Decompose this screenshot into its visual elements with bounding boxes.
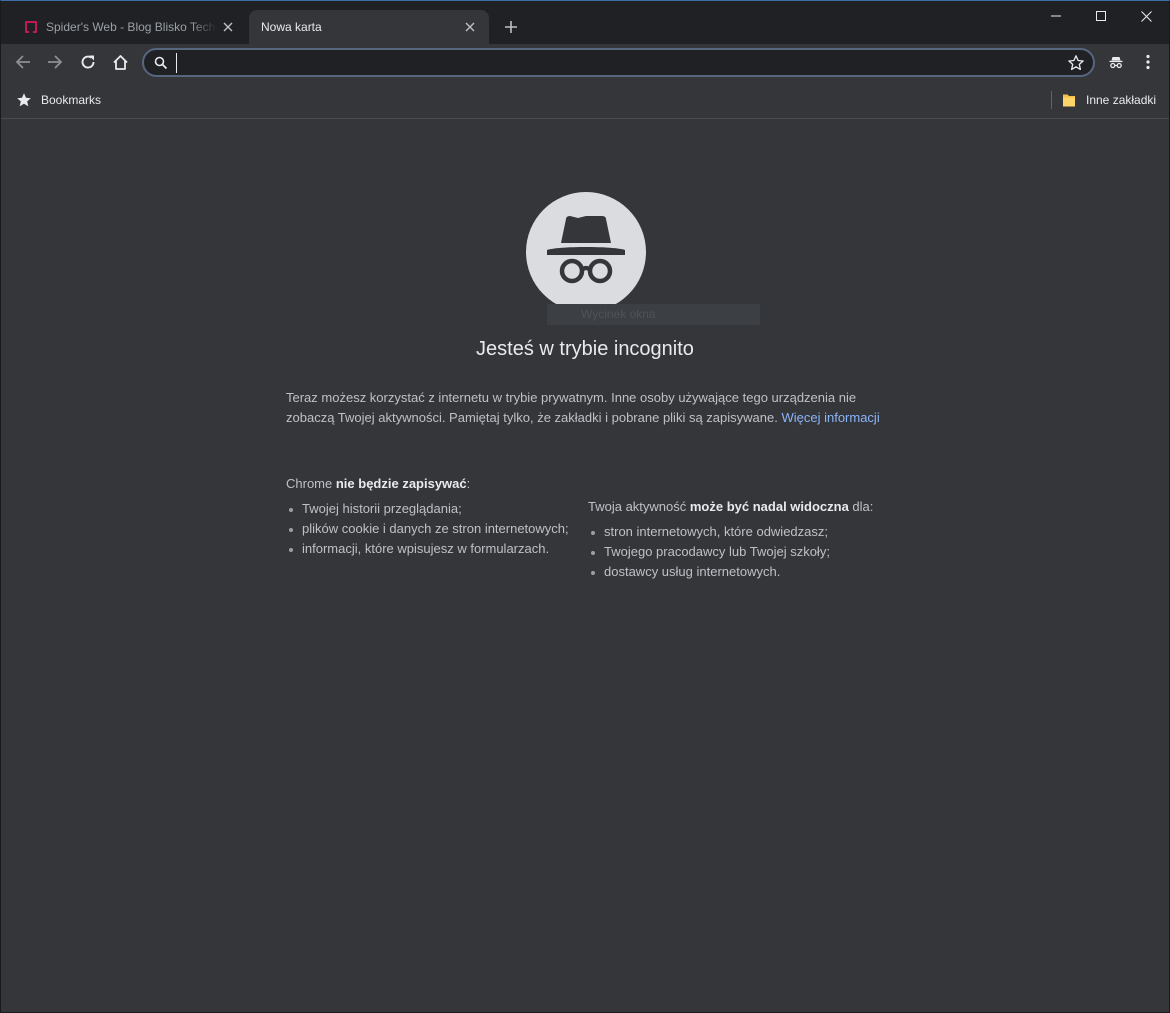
other-bookmarks-label: Inne zakładki [1086,93,1157,107]
list-item: Twojego pracodawcy lub Twojej szkoły; [588,542,918,562]
not-saved-bold: nie będzie zapisywać [335,476,467,491]
star-bookmark-icon[interactable] [1067,54,1085,72]
tab-new-tab[interactable]: Nowa karta [249,10,489,44]
list-item: informacji, które wpisujesz w formularza… [286,539,586,559]
arrow-left-icon [15,55,30,69]
list-item: dostawcy usług internetowych. [588,562,918,582]
close-icon [223,22,233,32]
intro-text: Teraz możesz korzystać z internetu w try… [286,390,857,425]
new-tab-button[interactable] [499,15,523,39]
close-tab-button[interactable] [459,16,481,38]
kebab-menu-icon [1146,54,1150,70]
home-button[interactable] [106,48,134,76]
incognito-icon [1109,57,1123,69]
maximize-icon [1096,11,1106,21]
folder-icon [1063,94,1075,107]
close-tab-button[interactable] [217,16,239,38]
close-icon [465,22,475,32]
spiders-web-favicon-icon [25,21,37,33]
other-bookmarks-folder[interactable]: Inne zakładki [1062,90,1156,110]
incognito-profile-button[interactable] [1102,48,1130,76]
snip-tooltip: Wycinek okna [547,304,760,325]
visible-bold: może być nadal widoczna [689,499,849,514]
list-item: Twojej historii przeglądania; [286,499,586,519]
visible-suffix: dla: [848,499,874,514]
tab-spiders-web[interactable]: Spider's Web - Blog Blisko Technologii [13,10,247,44]
close-window-button[interactable] [1123,1,1169,31]
address-input[interactable] [176,53,1056,73]
plus-icon [505,21,517,33]
browser-window: Spider's Web - Blog Blisko Technologii N… [0,0,1170,1013]
list-item: plików cookie i danych ze stron internet… [286,519,586,539]
not-saved-section: Chrome nie będzie zapisywać: Twojej hist… [286,474,586,559]
incognito-page: Wycinek okna Jesteś w trybie incognito T… [1,120,1169,1012]
close-icon [1140,10,1152,22]
arrow-right-icon [48,55,63,69]
not-saved-suffix: : [466,476,471,491]
incognito-logo [526,192,646,312]
incognito-icon [547,216,625,284]
back-button[interactable] [9,48,37,76]
learn-more-link[interactable]: Więcej informacji [781,410,879,425]
not-saved-list: Twojej historii przeglądania; plików coo… [286,499,586,559]
still-visible-list: stron internetowych, które odwiedzasz; T… [588,522,918,582]
bookmarks-bar: Bookmarks Inne zakładki [1,81,1169,119]
page-title: Jesteś w trybie incognito [476,338,694,360]
not-saved-prefix: Chrome [286,476,336,491]
address-bar[interactable] [142,48,1095,77]
forward-button[interactable] [41,48,69,76]
bookmarks-label: Bookmarks [41,93,102,107]
list-item: stron internetowych, które odwiedzasz; [588,522,918,542]
reload-icon [81,55,95,69]
bookmarks-folder[interactable]: Bookmarks [16,90,101,110]
still-visible-heading: Twoja aktywność może być nadal widoczna … [588,497,918,517]
still-visible-section: Twoja aktywność może być nadal widoczna … [588,497,918,582]
bookmarks-separator [1051,91,1052,109]
home-icon [112,54,128,70]
incognito-intro: Teraz możesz korzystać z internetu w try… [286,388,886,428]
reload-button[interactable] [74,48,102,76]
not-saved-heading: Chrome nie będzie zapisywać: [286,474,586,494]
minimize-icon [1051,15,1061,17]
search-icon [154,56,168,70]
star-icon [17,93,31,107]
tab-strip: Spider's Web - Blog Blisko Technologii N… [1,1,1169,44]
maximize-button[interactable] [1078,1,1124,31]
toolbar [1,44,1169,81]
menu-button[interactable] [1134,48,1162,76]
visible-prefix: Twoja aktywność [588,499,690,514]
tab-title: Spider's Web - Blog Blisko Technologii [46,20,217,34]
tab-title: Nowa karta [261,20,322,34]
minimize-button[interactable] [1033,1,1079,31]
